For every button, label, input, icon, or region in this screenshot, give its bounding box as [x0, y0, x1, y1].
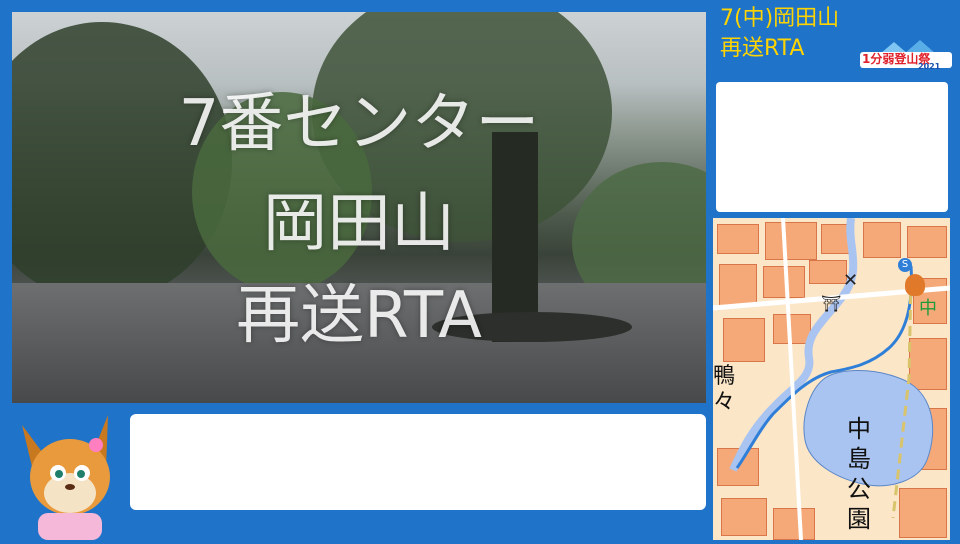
stream-title-line2: 再送RTA [720, 36, 805, 61]
stream-title: 7(中)岡田山 再送RTA [720, 4, 860, 76]
map-side-char: 々 [713, 390, 736, 415]
map-park-label: 中 島 公 園 [847, 414, 871, 534]
map-park-char: 園 [847, 505, 871, 533]
event-logo: 1分弱登山祭 2021 [860, 40, 952, 72]
stream-title-line1: 7(中)岡田山 [720, 6, 840, 31]
stream-video: 7番センター 岡田山 再送RTA [12, 12, 706, 403]
comment-panel [130, 414, 706, 510]
map-park-char: 島 [847, 445, 871, 473]
map-park-char: 公 [847, 475, 871, 503]
map-area-label: 中 [919, 298, 937, 319]
overlay-title-line1: 7番センター [178, 87, 540, 161]
map-side-label: 鴨 々 [713, 364, 735, 416]
info-panel [716, 82, 948, 212]
event-logo-year: 2021 [918, 62, 941, 71]
overlay-title-line3: 再送RTA [236, 279, 482, 353]
mascot-icon [22, 415, 110, 540]
overlay-title-line2: 岡田山 [263, 187, 455, 261]
map-features [713, 218, 950, 540]
x-marker-icon: ✕ [843, 270, 859, 291]
map-park-char: 中 [847, 415, 871, 443]
mascot-marker-icon [905, 274, 925, 296]
mascot-avatar [8, 405, 128, 540]
map-side-char: 鴨 [713, 364, 736, 389]
shrine-icon: ⛩ [821, 294, 842, 313]
route-map: ✕ ⛩ S 中 鴨 々 中 島 公 園 [713, 218, 950, 540]
station-icon: S [898, 258, 912, 272]
